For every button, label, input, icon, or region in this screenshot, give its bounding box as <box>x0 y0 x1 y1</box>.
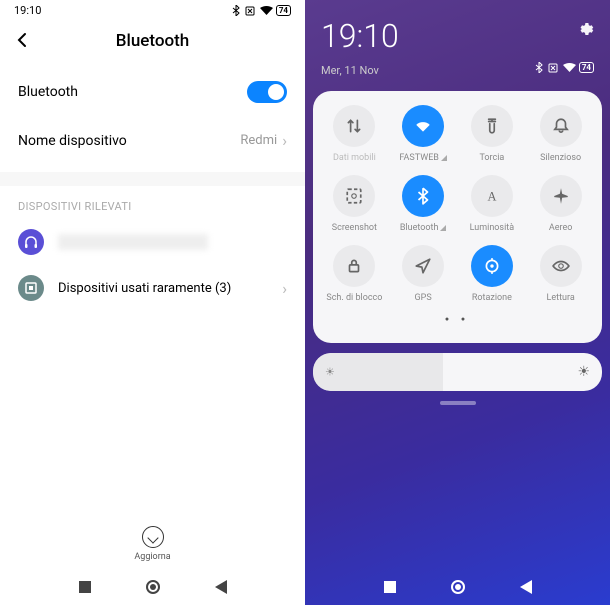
notification-header: 19:10 Mer, 11 Nov 74 <box>305 0 610 81</box>
screenshot-icon <box>333 175 375 217</box>
battery-badge: 74 <box>276 5 291 16</box>
bluetooth-icon <box>402 175 444 217</box>
back-icon[interactable] <box>14 29 30 53</box>
bluetooth-toggle[interactable] <box>247 81 287 103</box>
refresh-icon <box>142 526 164 548</box>
qs-label: FASTWEB <box>399 153 447 163</box>
status-icons-right: 74 <box>535 62 594 73</box>
vibrate-icon <box>546 63 560 73</box>
nav-recents[interactable] <box>384 581 396 593</box>
chevron-right-icon: › <box>282 131 287 150</box>
status-bar: 19:10 74 <box>0 0 305 21</box>
page-title: Bluetooth <box>116 31 190 51</box>
qs-tile-bell[interactable]: Silenzioso <box>529 105 592 163</box>
qs-tile-rotation[interactable]: Rotazione <box>461 245 524 303</box>
qs-label: Bluetooth <box>400 223 447 233</box>
detected-device-row[interactable] <box>0 219 305 265</box>
qs-label: Torcia <box>479 153 504 163</box>
status-time: 19:10 <box>14 4 41 17</box>
nav-home[interactable] <box>451 580 465 594</box>
brightness-high-icon: ☀ <box>577 364 590 380</box>
qs-tile-gps[interactable]: GPS <box>392 245 455 303</box>
rare-devices-row[interactable]: Dispositivi usati raramente (3) › <box>0 265 305 311</box>
divider <box>0 172 305 186</box>
lock-icon <box>333 245 375 287</box>
wifi-status-icon <box>563 63 576 73</box>
qs-label: Lettura <box>547 293 575 303</box>
bell-icon <box>540 105 582 147</box>
qs-tile-screenshot[interactable]: Screenshot <box>323 175 386 233</box>
airplane-icon <box>540 175 582 217</box>
rare-devices-icon <box>18 275 44 301</box>
qs-tile-bluetooth[interactable]: Bluetooth <box>392 175 455 233</box>
qs-tile-eye[interactable]: Lettura <box>529 245 592 303</box>
page-indicator: ● ● <box>323 315 592 323</box>
device-name-row[interactable]: Nome dispositivo Redmi › <box>0 117 305 164</box>
nav-back[interactable] <box>215 580 227 594</box>
eye-icon <box>540 245 582 287</box>
refresh-label: Aggiorna <box>0 552 305 562</box>
device-name-label: Nome dispositivo <box>18 133 127 149</box>
qs-label: Screenshot <box>332 223 377 233</box>
wifi-status-icon <box>260 6 273 16</box>
gps-icon <box>402 245 444 287</box>
chevron-right-icon: › <box>282 279 287 298</box>
vibrate-icon <box>243 6 257 16</box>
rotation-icon <box>471 245 513 287</box>
nav-back[interactable] <box>520 580 532 594</box>
bluetooth-label: Bluetooth <box>18 84 78 100</box>
qs-tile-brightness[interactable]: A Luminosità <box>461 175 524 233</box>
nav-recents[interactable] <box>79 581 91 593</box>
qs-label: Rotazione <box>472 293 512 303</box>
bluetooth-status-icon <box>232 5 240 16</box>
brightness-icon: A <box>471 175 513 217</box>
wifi-icon <box>402 105 444 147</box>
torch-icon <box>471 105 513 147</box>
qs-tile-airplane[interactable]: Aereo <box>529 175 592 233</box>
brightness-low-icon: ☀ <box>325 366 335 379</box>
qs-label: Luminosità <box>470 223 514 233</box>
status-icons: 74 <box>232 5 291 16</box>
qs-tile-wifi[interactable]: FASTWEB <box>392 105 455 163</box>
refresh-button[interactable]: Aggiorna <box>0 526 305 562</box>
qs-tile-torch[interactable]: Torcia <box>461 105 524 163</box>
date: Mer, 11 Nov <box>321 64 379 77</box>
nav-bar <box>0 569 305 605</box>
bluetooth-toggle-row[interactable]: Bluetooth <box>0 67 305 117</box>
qs-tile-lock[interactable]: Sch. di blocco <box>323 245 386 303</box>
qs-label: Dati mobili <box>333 153 376 163</box>
headphones-icon <box>18 229 44 255</box>
drag-handle[interactable] <box>440 401 476 405</box>
qs-label: GPS <box>415 293 432 303</box>
nav-home[interactable] <box>146 580 160 594</box>
nav-bar <box>305 569 610 605</box>
data-icon <box>333 105 375 147</box>
bluetooth-status-icon <box>535 62 543 73</box>
qs-tile-data[interactable]: Dati mobili <box>323 105 386 163</box>
device-name-value: Redmi <box>240 133 277 148</box>
qs-label: Aereo <box>549 223 573 233</box>
detected-devices-header: DISPOSITIVI RILEVATI <box>0 194 305 219</box>
battery-badge: 74 <box>579 62 594 73</box>
quick-settings-panel: Dati mobili FASTWEB Torcia Silenzioso Screen… <box>313 91 602 343</box>
clock: 19:10 <box>321 20 399 52</box>
qs-label: Sch. di blocco <box>326 293 382 303</box>
gear-icon[interactable] <box>576 20 594 38</box>
device-name-blurred <box>58 234 208 250</box>
rare-devices-label: Dispositivi usati raramente (3) <box>58 281 268 296</box>
svg-text:A: A <box>487 190 496 204</box>
brightness-slider[interactable]: ☀ ☀ <box>313 353 602 391</box>
header: Bluetooth <box>0 21 305 67</box>
qs-label: Silenzioso <box>540 153 581 163</box>
